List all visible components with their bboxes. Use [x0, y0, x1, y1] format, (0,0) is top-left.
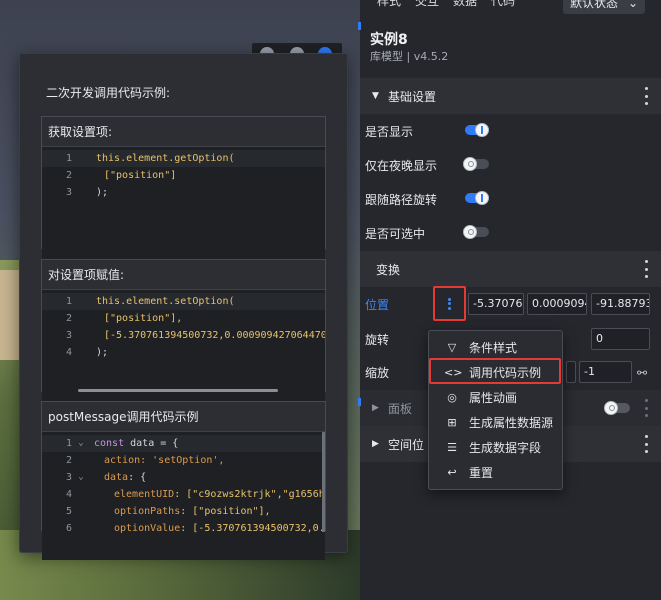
chevron-down-icon: ⌄: [627, 0, 638, 10]
section-label: 面板: [388, 401, 413, 416]
position-label: 位置: [365, 298, 390, 312]
section-label: 变换: [376, 262, 401, 277]
section-label: 空间位: [388, 437, 425, 452]
code-line: 4 );: [65, 347, 109, 358]
code-block[interactable]: 1 ⌄ const data = { 2 action: 'setOption',…: [42, 432, 325, 560]
animation-icon: ◎: [447, 390, 457, 404]
horizontal-scrollbar[interactable]: [78, 389, 278, 392]
position-y-input[interactable]: 0.0009094: [527, 293, 587, 315]
get-option-card: 获取设置项: 1 this.element.getOption( 2 ["pos…: [41, 116, 326, 278]
caret-down-icon: ▼: [372, 91, 379, 101]
menu-item-reset[interactable]: ↩ 重置: [429, 460, 564, 484]
code-line: 3 ⌄ data: {: [65, 472, 147, 483]
card-heading: 对设置项赋值:: [42, 260, 325, 290]
position-more-button[interactable]: [433, 286, 466, 321]
database-icon: ☰: [447, 440, 457, 454]
popup-title: 二次开发调用代码示例:: [46, 86, 171, 100]
rotation-label: 旋转: [365, 333, 390, 347]
properties-panel: 样式 交互 数据 代码 默认状态 ⌄ 实例8 库模型 | v4.5.2 ▼ 基础…: [360, 0, 661, 600]
section-transform[interactable]: 变换: [360, 251, 661, 287]
caret-right-icon: ▶: [372, 403, 379, 413]
caret-right-icon: ▶: [372, 439, 379, 449]
menu-item-condition-style[interactable]: ▽ 条件样式: [429, 335, 564, 359]
code-line: 5 optionPaths: ["position"],: [65, 506, 271, 517]
visible-toggle[interactable]: [465, 123, 489, 137]
chart-source-icon: ⊞: [447, 415, 457, 429]
vertical-scrollbar[interactable]: [322, 432, 325, 532]
row-label: 是否可选中: [365, 227, 426, 241]
selection-handle[interactable]: [358, 22, 361, 30]
code-line: 3 );: [65, 187, 109, 198]
more-icon[interactable]: [643, 435, 649, 453]
card-heading: 获取设置项:: [42, 117, 325, 147]
set-option-card: 对设置项赋值: 1 this.element.setOption( 2 ["po…: [41, 259, 326, 421]
more-icon[interactable]: [643, 399, 649, 417]
code-line: 2 action: 'setOption',: [65, 455, 225, 466]
selection-handle[interactable]: [358, 398, 361, 406]
tab-data[interactable]: 数据: [446, 0, 484, 14]
panel-toggle[interactable]: [604, 401, 630, 415]
tab-interaction[interactable]: 交互: [408, 0, 446, 14]
scale-y-input[interactable]: [566, 361, 576, 383]
row-label: 仅在夜晚显示: [365, 159, 438, 173]
state-select[interactable]: 默认状态 ⌄: [563, 0, 645, 14]
card-heading: postMessage调用代码示例: [42, 402, 325, 432]
rotation-z-input[interactable]: 0: [591, 328, 650, 350]
section-label: 基础设置: [388, 89, 437, 104]
row-label: 跟随路径旋转: [365, 193, 438, 207]
code-line: 1 this.element.getOption(: [42, 150, 325, 167]
menu-item-code-example[interactable]: <> 调用代码示例: [429, 360, 564, 384]
menu-item-generate-datasource[interactable]: ⊞ 生成属性数据源: [429, 410, 564, 434]
position-z-input[interactable]: -91.887937: [591, 293, 650, 315]
more-icon[interactable]: [643, 87, 649, 105]
instance-title: 实例8: [370, 32, 408, 48]
code-line: 6 optionValue: [-5.370761394500732,0.000…: [65, 523, 325, 534]
more-icon[interactable]: [643, 260, 649, 278]
menu-item-generate-field[interactable]: ☰ 生成数据字段: [429, 435, 564, 459]
code-line: 1 this.element.setOption(: [42, 293, 325, 310]
context-menu: ▽ 条件样式 <> 调用代码示例 ◎ 属性动画 ⊞ 生成属性数据源 ☰ 生成数据…: [428, 330, 563, 490]
reset-icon: ↩: [447, 465, 457, 479]
menu-item-property-animation[interactable]: ◎ 属性动画: [429, 385, 564, 409]
tab-style[interactable]: 样式: [370, 0, 408, 14]
tab-code[interactable]: 代码: [484, 0, 522, 14]
code-line: 3 [-5.370761394500732,0.0009094270644709…: [65, 330, 325, 341]
follow-path-toggle[interactable]: [465, 191, 489, 205]
more-vertical-icon: [448, 297, 452, 310]
instance-subtitle: 库模型 | v4.5.2: [370, 50, 449, 63]
code-example-popup: 二次开发调用代码示例: 获取设置项: 1 this.element.getOpt…: [19, 53, 348, 560]
code-line: 2 ["position"],: [65, 313, 183, 324]
post-message-card: postMessage调用代码示例 1 ⌄ const data = { 2 ac…: [41, 401, 326, 560]
selectable-toggle[interactable]: [463, 225, 489, 239]
code-icon: <>: [444, 365, 463, 379]
code-line: 2 ["position"]: [65, 170, 177, 181]
scale-z-input[interactable]: -1: [579, 361, 632, 383]
section-basic[interactable]: ▼ 基础设置: [360, 78, 661, 114]
scale-label: 缩放: [365, 366, 390, 380]
link-icon[interactable]: ⚯: [637, 366, 647, 380]
position-x-input[interactable]: -5.3707613: [468, 293, 524, 315]
row-label: 是否显示: [365, 125, 414, 139]
night-only-toggle[interactable]: [463, 157, 489, 171]
code-line: 4 elementUID: ["c9ozws2ktrjk","g1656h4xh…: [65, 489, 325, 500]
code-line: 1 ⌄ const data = {: [42, 435, 325, 452]
filter-icon: ▽: [447, 340, 457, 354]
